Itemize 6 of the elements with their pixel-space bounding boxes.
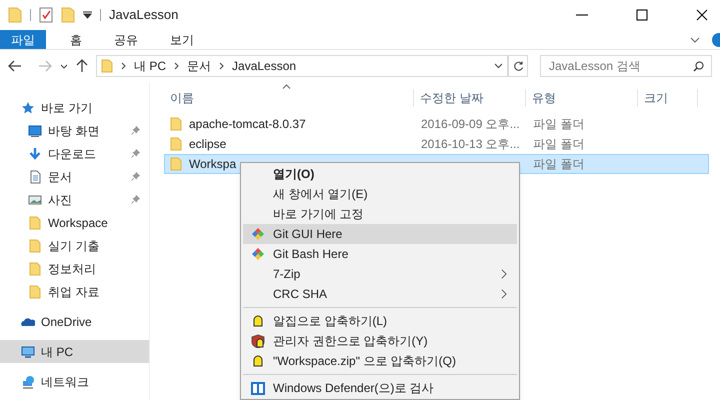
file-type: 파일 폴더	[533, 137, 584, 151]
window-title: JavaLesson	[109, 6, 178, 24]
modified-date: 2016-10-13 오후...	[421, 137, 520, 151]
modified-date: 2016-09-09 오후...	[421, 117, 520, 131]
file-type: 파일 폴더	[533, 117, 584, 131]
file-type: 파일 폴더	[533, 157, 584, 171]
